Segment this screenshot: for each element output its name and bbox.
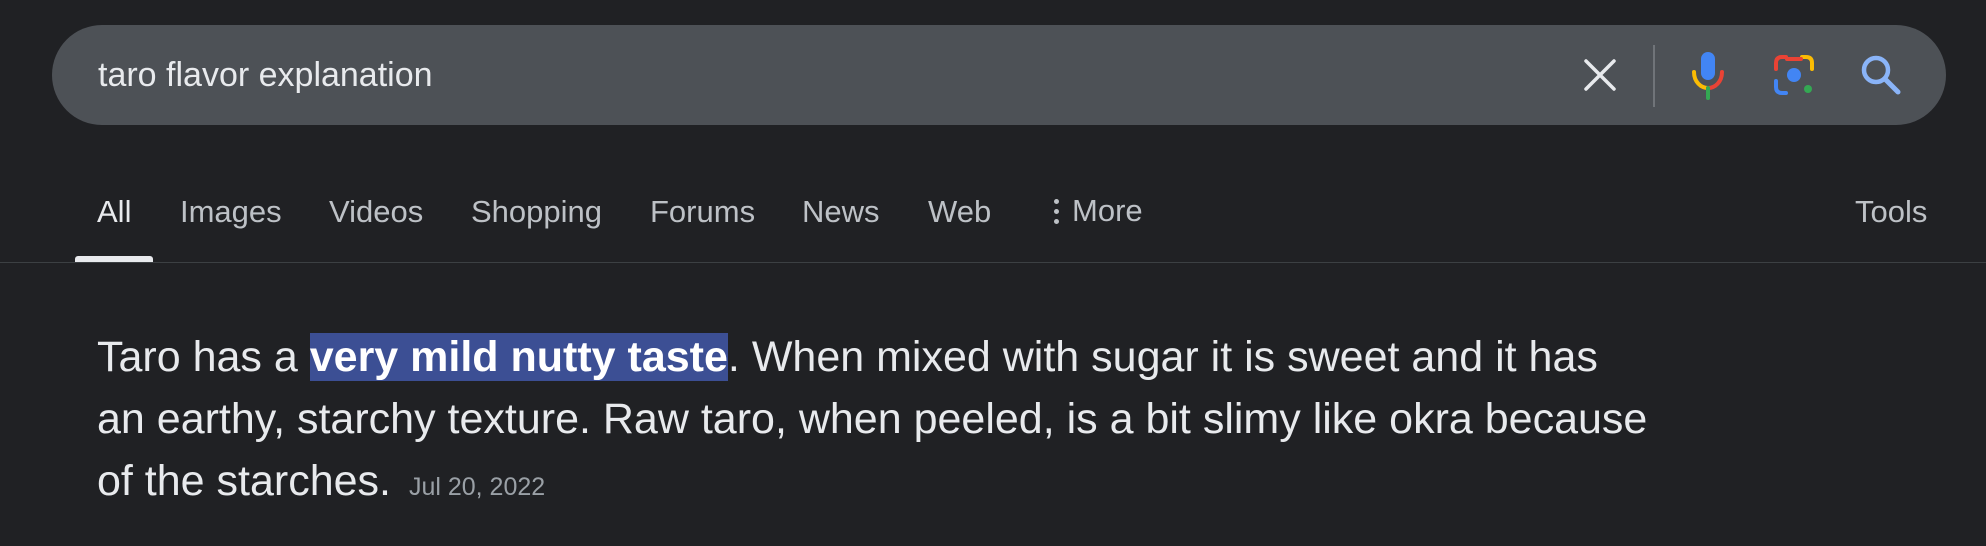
search-results-page: All Images Videos Shopping Forums News W… bbox=[0, 0, 1986, 546]
search-bar-divider bbox=[1653, 45, 1655, 107]
search-submit-button[interactable] bbox=[1851, 25, 1911, 125]
tab-all[interactable]: All bbox=[74, 160, 155, 262]
tools-button[interactable]: Tools bbox=[1855, 160, 1927, 262]
tab-more-label: More bbox=[1072, 193, 1143, 228]
tab-shopping[interactable]: Shopping bbox=[471, 160, 602, 262]
search-tabs: All Images Videos Shopping Forums News W… bbox=[0, 160, 1986, 263]
search-input[interactable] bbox=[98, 25, 1498, 125]
search-bar[interactable] bbox=[52, 25, 1946, 125]
tab-news[interactable]: News bbox=[802, 160, 880, 262]
tab-web[interactable]: Web bbox=[928, 160, 991, 262]
more-vertical-icon bbox=[1052, 198, 1060, 224]
camera-lens-icon bbox=[1774, 55, 1814, 95]
snippet-text-before: Taro has a bbox=[97, 333, 310, 381]
tab-forums[interactable]: Forums bbox=[650, 160, 755, 262]
tab-images[interactable]: Images bbox=[180, 160, 282, 262]
tab-more[interactable]: More bbox=[1052, 160, 1143, 262]
snippet-highlight: very mild nutty taste bbox=[309, 333, 728, 381]
voice-search-button[interactable] bbox=[1678, 25, 1738, 125]
snippet-date: Jul 20, 2022 bbox=[408, 473, 546, 501]
search-icon bbox=[1861, 55, 1901, 95]
tab-videos[interactable]: Videos bbox=[329, 160, 423, 262]
clear-search-button[interactable] bbox=[1570, 25, 1630, 125]
featured-snippet: Taro has a very mild nutty taste. When m… bbox=[97, 326, 1657, 518]
microphone-icon bbox=[1692, 52, 1724, 100]
close-icon bbox=[1584, 59, 1616, 91]
lens-search-button[interactable] bbox=[1764, 25, 1824, 125]
